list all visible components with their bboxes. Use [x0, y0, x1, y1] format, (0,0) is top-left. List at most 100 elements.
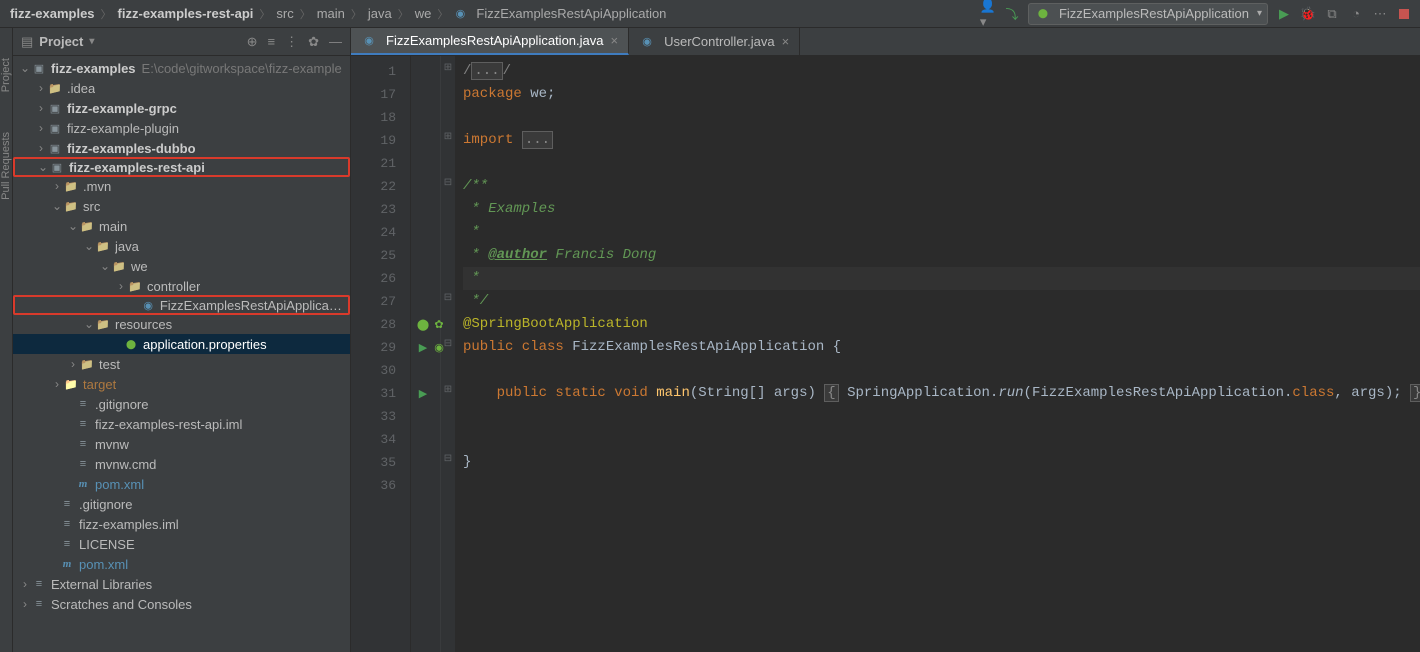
- line-num[interactable]: 31 ▶: [351, 382, 410, 405]
- crumb-project[interactable]: fizz-examples: [8, 6, 97, 21]
- project-tree: fizz-examplesE:\code\gitworkspace\fizz-e…: [13, 56, 350, 652]
- main-area: Project Pull Requests ▤ Project ⊕ ≡ ⋮ ✿ …: [0, 28, 1420, 652]
- user-icon[interactable]: 👤▾: [980, 6, 996, 22]
- line-num[interactable]: 23: [351, 198, 410, 221]
- tool-pull-requests-tab[interactable]: Pull Requests: [0, 132, 12, 200]
- line-num[interactable]: 18: [351, 106, 410, 129]
- debug-icon[interactable]: 🐞: [1300, 6, 1316, 22]
- run-gutter-icon[interactable]: ▶: [414, 387, 432, 401]
- line-num[interactable]: 22: [351, 175, 410, 198]
- line-num[interactable]: 25: [351, 244, 410, 267]
- line-num[interactable]: 29 ▶ ◉: [351, 336, 410, 359]
- fold-icon[interactable]: ⊞: [441, 378, 455, 401]
- settings-icon[interactable]: ✿: [308, 34, 319, 50]
- class-icon: [639, 34, 655, 50]
- project-panel-title[interactable]: Project: [39, 34, 240, 49]
- line-num[interactable]: 35: [351, 451, 410, 474]
- stop-icon[interactable]: [1396, 6, 1412, 22]
- tree-target[interactable]: target: [13, 374, 350, 394]
- tree-test[interactable]: test: [13, 354, 350, 374]
- fold-icon[interactable]: ⊟: [441, 447, 455, 470]
- line-num[interactable]: 33: [351, 405, 410, 428]
- code-content[interactable]: /.../ package we; import ... /** * Examp…: [455, 56, 1420, 652]
- tree-license[interactable]: LICENSE: [13, 534, 350, 554]
- crumb-main[interactable]: main: [315, 6, 347, 21]
- fold-icon[interactable]: ⊟: [441, 171, 455, 194]
- line-gutter[interactable]: 1 17 18 19 21 22 23 24 25 26 27 28 ⬤ ✿ 2…: [351, 56, 411, 652]
- line-num[interactable]: 34: [351, 428, 410, 451]
- file-icon: [75, 436, 91, 452]
- crumb-src[interactable]: src: [274, 6, 295, 21]
- line-num[interactable]: 30: [351, 359, 410, 382]
- tree-mvn[interactable]: .mvn: [13, 176, 350, 196]
- tree-src[interactable]: src: [13, 196, 350, 216]
- tree-mvnwcmd[interactable]: mvnw.cmd: [13, 454, 350, 474]
- crumb-java[interactable]: java: [366, 6, 394, 21]
- fold-icon[interactable]: ⊞: [441, 56, 455, 79]
- line-num[interactable]: 19: [351, 129, 410, 152]
- close-icon[interactable]: ×: [782, 34, 790, 49]
- tree-gitignore[interactable]: .gitignore: [13, 394, 350, 414]
- attach-icon[interactable]: ⋯: [1372, 6, 1388, 22]
- collapse-icon[interactable]: ⋮: [285, 34, 298, 50]
- crumb-module[interactable]: fizz-examples-rest-api: [116, 6, 256, 21]
- chevron-icon: 〉: [437, 6, 448, 22]
- line-num[interactable]: 21: [351, 152, 410, 175]
- crumb-pkg[interactable]: we: [413, 6, 434, 21]
- tree-we[interactable]: we: [13, 256, 350, 276]
- tree-dubbo[interactable]: fizz-examples-dubbo: [13, 138, 350, 158]
- tree-scratch[interactable]: Scratches and Consoles: [13, 594, 350, 614]
- close-icon[interactable]: ×: [610, 33, 618, 48]
- line-num[interactable]: 26: [351, 267, 410, 290]
- tree-root-iml[interactable]: fizz-examples.iml: [13, 514, 350, 534]
- tool-project-tab[interactable]: Project: [0, 58, 12, 92]
- tree-resources[interactable]: resources: [13, 314, 350, 334]
- tree-root-pom[interactable]: pom.xml: [13, 554, 350, 574]
- hide-icon[interactable]: —: [329, 34, 342, 50]
- line-num[interactable]: 17: [351, 83, 410, 106]
- fold-icon[interactable]: ⊞: [441, 125, 455, 148]
- line-num[interactable]: 27: [351, 290, 410, 313]
- expand-icon[interactable]: ≡: [268, 34, 276, 50]
- bean-gutter-icon[interactable]: ✿: [430, 318, 448, 332]
- tree-app-class[interactable]: FizzExamplesRestApiApplication: [13, 295, 350, 315]
- package-icon: [127, 278, 143, 294]
- tree-iml[interactable]: fizz-examples-rest-api.iml: [13, 414, 350, 434]
- profile-icon[interactable]: ◔: [1348, 6, 1364, 22]
- navigation-bar: fizz-examples 〉 fizz-examples-rest-api 〉…: [0, 0, 1420, 28]
- tree-grpc[interactable]: fizz-example-grpc: [13, 98, 350, 118]
- line-num[interactable]: 1: [351, 60, 410, 83]
- editor-tabs: FizzExamplesRestApiApplication.java × Us…: [351, 28, 1420, 56]
- bean-gutter-icon[interactable]: ◉: [430, 341, 448, 355]
- tree-root[interactable]: fizz-examplesE:\code\gitworkspace\fizz-e…: [13, 58, 350, 78]
- tree-plugin[interactable]: fizz-example-plugin: [13, 118, 350, 138]
- crumb-class[interactable]: FizzExamplesRestApiApplication: [474, 6, 668, 21]
- build-icon[interactable]: ⤵: [1004, 6, 1020, 22]
- line-num[interactable]: 28 ⬤ ✿: [351, 313, 410, 336]
- tree-java[interactable]: java: [13, 236, 350, 256]
- tree-ext-lib[interactable]: External Libraries: [13, 574, 350, 594]
- lib-icon: [31, 576, 47, 592]
- fold-icon[interactable]: ⊟: [441, 286, 455, 309]
- module-icon: [49, 159, 65, 175]
- tree-root-gitignore[interactable]: .gitignore: [13, 494, 350, 514]
- tree-idea[interactable]: .idea: [13, 78, 350, 98]
- tree-pom[interactable]: pom.xml: [13, 474, 350, 494]
- locate-icon[interactable]: ⊕: [247, 34, 258, 50]
- line-num[interactable]: 24: [351, 221, 410, 244]
- tab-active[interactable]: FizzExamplesRestApiApplication.java ×: [351, 28, 629, 55]
- run-icon[interactable]: ▶: [1276, 6, 1292, 22]
- chevron-icon: 〉: [351, 6, 362, 22]
- run-config-selector[interactable]: FizzExamplesRestApiApplication: [1028, 3, 1268, 25]
- spring-icon: [123, 336, 139, 352]
- tree-restapi[interactable]: fizz-examples-rest-api: [13, 157, 350, 177]
- tree-main[interactable]: main: [13, 216, 350, 236]
- line-num[interactable]: 36: [351, 474, 410, 497]
- tree-controller[interactable]: controller: [13, 276, 350, 296]
- tree-app-props[interactable]: application.properties: [13, 334, 350, 354]
- class-icon: [141, 297, 156, 313]
- tab-other[interactable]: UserController.java ×: [629, 28, 800, 55]
- coverage-icon[interactable]: ⧉: [1324, 6, 1340, 22]
- tree-mvnw[interactable]: mvnw: [13, 434, 350, 454]
- folder-icon: [79, 356, 95, 372]
